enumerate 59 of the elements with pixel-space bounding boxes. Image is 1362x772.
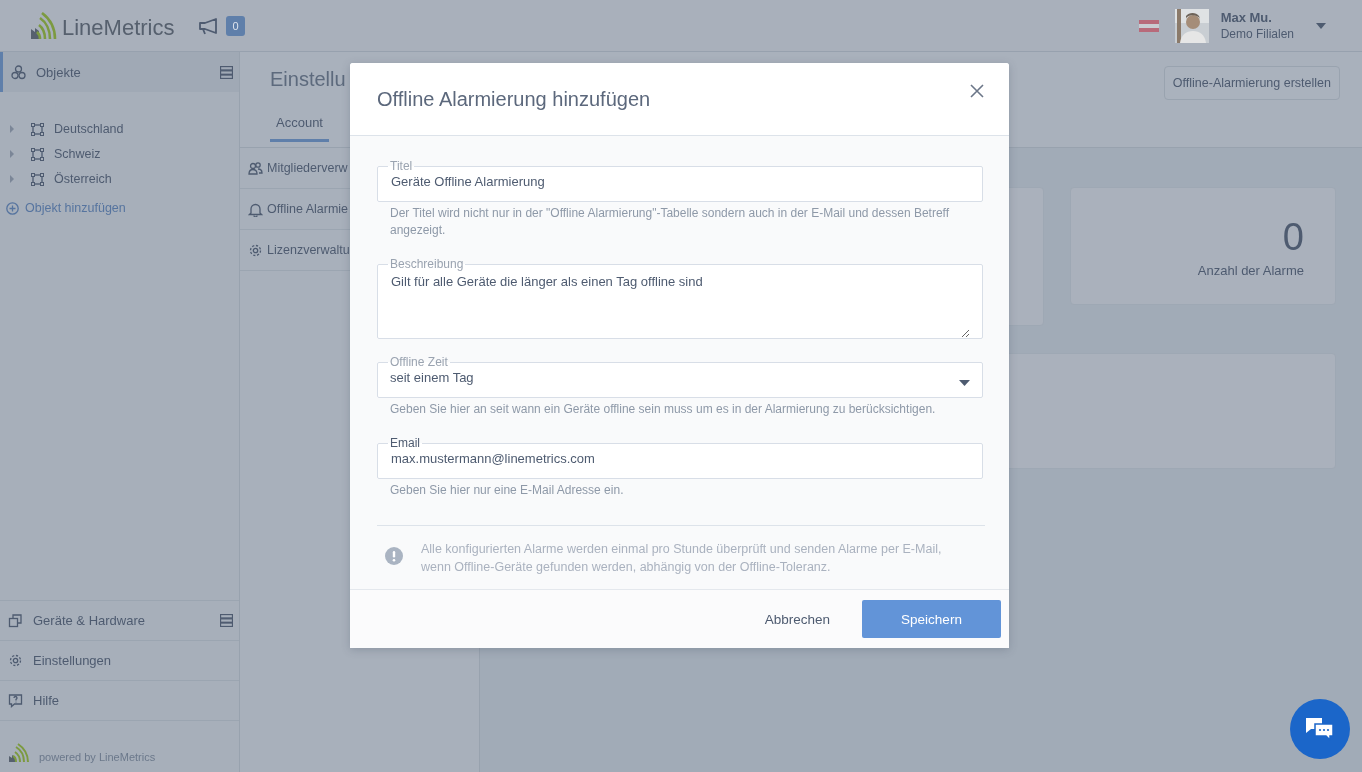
news-count-badge[interactable]: 0 [226,15,245,36]
caret-right-icon[interactable] [9,125,15,133]
page-title: Einstellu [270,67,346,91]
input-field[interactable]: Geräte Offline Alarmierung [390,172,970,201]
members-icon [248,160,263,176]
field-label: Titel [389,160,414,172]
help-text: Der Titel wird nicht nur in der "Offline Alarmierung"-Tabelle sondern auch in der E-Mail und dessen Betreff angezeigt. [389,205,951,239]
sidebar-item[interactable]: Geräte & Hardware [0,600,239,640]
logo-text: LineMetrics [62,15,175,40]
create-alarm-button[interactable]: Offline-Alarmierung erstellen [1163,66,1340,100]
caret-icon [1316,22,1326,29]
sidebar-item[interactable]: Hilfe [0,680,239,720]
object-icon [31,122,44,136]
organization-name: Demo Filialen [1220,27,1294,41]
settings-icon [248,242,263,258]
input-field[interactable]: max.mustermann@linemetrics.com [390,449,970,478]
list-icon [220,614,233,627]
help-icon [8,693,23,708]
add-object-link[interactable]: Objekt hinzufügen [25,201,126,215]
powered-by-text: powered by LineMetrics [39,751,156,763]
stat-value: 0 [1282,216,1304,259]
caret-right-icon[interactable] [9,150,15,158]
info-text: Alle konfigurierten Alarme werden einmal pro Stunde überprüft und senden Alarme per E-Mail, wenn Offline-Geräte gefunden werden, abhängig von der Offline-Toleranz. [421,541,943,576]
sidebar-item[interactable]: Einstellungen [0,640,239,680]
field-label: Beschreibung [389,258,465,270]
form-field[interactable]: Beschreibung Gilt für alle Geräte die länger als einen Tag offline sind [377,258,983,339]
caret-icon [959,380,970,386]
object-icon [31,172,44,186]
chat-button[interactable] [1290,699,1350,759]
bell-icon [248,201,263,217]
tree-item[interactable]: Österreich [54,172,112,186]
help-text: Geben Sie hier an seit wann ein Geräte offline sein muss um es in der Alarmierung zu berücksichtigen. [389,401,937,418]
form-field[interactable]: Titel Geräte Offline Alarmierung [377,160,983,202]
object-icon [31,147,44,161]
cancel-button[interactable]: Abbrechen [758,610,836,628]
user-name: Max Mu. [1220,10,1273,25]
objects-icon [11,64,26,80]
form-field[interactable]: Email max.mustermann@linemetrics.com [377,437,983,479]
field-label: Email [389,437,421,449]
caret-right-icon[interactable] [9,175,15,183]
tree-item[interactable]: Deutschland [54,122,124,136]
save-button[interactable]: Speichern [862,600,1001,638]
add-icon [6,201,19,215]
text-area[interactable]: Gilt für alle Geräte die länger als einen Tag offline sind [390,270,970,338]
dialog-title: Offline Alarmierung hinzufügen [377,87,651,111]
dropdown-field[interactable]: Offline Zeit seit einem Tag [377,356,983,398]
flag-icon[interactable] [1138,19,1159,32]
devices-icon [8,613,23,628]
list-icon [220,65,233,79]
field-label: Offline Zeit [389,356,449,368]
info-icon [385,547,403,565]
dropdown[interactable]: seit einem Tag [390,368,970,397]
sidebar-item[interactable]: Objekte [0,52,239,92]
help-text: Geben Sie hier nur eine E-Mail Adresse ein. [389,482,625,499]
tab[interactable]: Account [270,108,329,142]
tree-item[interactable]: Schweiz [54,147,101,161]
logo-icon [8,743,30,763]
stat-label: Anzahl der Alarme [1197,263,1304,278]
settings-icon [8,653,23,668]
